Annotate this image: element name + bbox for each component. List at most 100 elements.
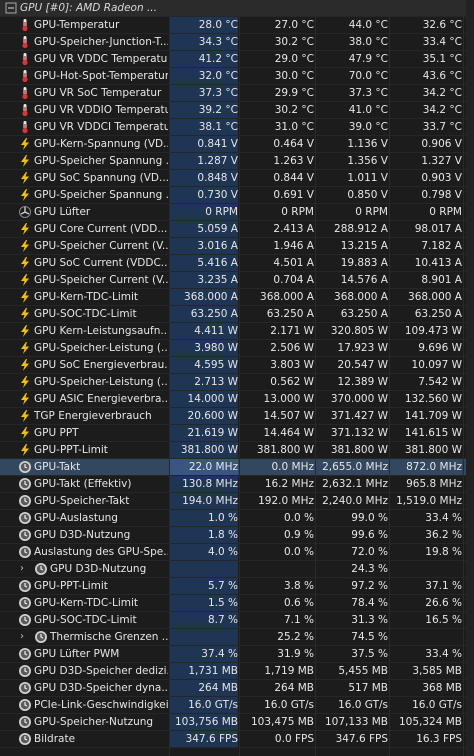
group-header[interactable]: GPU [#0]: AMD Radeon ...: [0, 0, 474, 17]
sensor-row[interactable]: GPU SoC Spannung (VD... 0.848 V 0.844 V 1.0…: [0, 170, 474, 187]
sensor-row[interactable]: GPU SoC Energieverbrau... 4.595 W 3.803 W 2…: [0, 357, 474, 374]
vertical-scrollbar[interactable]: [466, 0, 474, 756]
sensor-row[interactable]: GPU-Speicher-Nutzung 103,756 MB 103,475 MB…: [0, 714, 474, 731]
sensor-row[interactable]: GPU Lüfter PWM 37.4 % 31.9 % 37.5 % 33.4 %: [0, 646, 474, 663]
sensor-row[interactable]: GPU Lüfter 0 RPM 0 RPM 0 RPM 0 RPM: [0, 204, 474, 221]
max-value: 517 MB: [348, 682, 388, 694]
avg-value: 872.0 MHz: [406, 461, 462, 473]
expand-arrow-icon[interactable]: ›: [20, 629, 30, 645]
sensor-row[interactable]: › GPU D3D-Nutzung 24.3 %: [0, 561, 474, 578]
max-value: 0 RPM: [355, 206, 388, 218]
sensor-row[interactable]: GPU-PPT-Limit 381.800 W 381.800 W 381.800 W…: [0, 442, 474, 459]
sensor-row[interactable]: GPU-Speicher-Leistung (... 3.980 W 2.506 W…: [0, 340, 474, 357]
current-value: [170, 629, 238, 645]
current-value: 37.4 %: [170, 646, 238, 662]
avg-value: 0 RPM: [429, 206, 462, 218]
gauge-icon: [18, 545, 32, 559]
avg-value: 105,324 MB: [398, 716, 462, 728]
sensor-row[interactable]: GPU-Takt 22.0 MHz 0.0 MHz 2,655.0 MHz 872.0 …: [0, 459, 474, 476]
current-value: 1.5 %: [170, 595, 238, 611]
sensor-label: Auslastung des GPU-Spe...: [34, 546, 168, 558]
max-value: 37.3 °C: [348, 87, 388, 99]
min-value: 14.464 W: [263, 427, 314, 439]
current-value: 4.0 %: [170, 544, 238, 560]
avg-value: 0.906 V: [421, 138, 462, 150]
min-value: 2.413 A: [273, 223, 314, 235]
min-value: 30.0 °C: [274, 70, 314, 82]
sensor-row[interactable]: GPU Core Current (VDD... 5.059 A 2.413 A 28…: [0, 221, 474, 238]
max-value: 20.547 W: [337, 359, 388, 371]
sensor-row[interactable]: GPU-Takt (Effektiv) 130.8 MHz 16.2 MHz 2,63…: [0, 476, 474, 493]
sensor-row[interactable]: GPU D3D-Speicher dedizi... 1,731 MB 1,719 …: [0, 663, 474, 680]
sensor-row[interactable]: GPU SoC Current (VDDC... 5.416 A 4.501 A 19…: [0, 255, 474, 272]
sensor-row[interactable]: GPU-SOC-TDC-Limit 8.7 % 7.1 % 31.3 % 16.5 %: [0, 612, 474, 629]
gauge-icon: [18, 477, 32, 491]
sensor-row[interactable]: GPU VR VDDC Temperatur 41.2 °C 29.0 °C 47.9…: [0, 51, 474, 68]
sensor-row[interactable]: GPU-Speicher Current (V... 3.235 A 0.704 A…: [0, 272, 474, 289]
sensor-label: GPU Core Current (VDD...: [34, 223, 168, 235]
column-divider: [315, 0, 316, 756]
sensor-label: GPU-Speicher Spannung ...: [34, 189, 168, 201]
max-value: 2,240.0 MHz: [322, 495, 388, 507]
current-value: 22.0 MHz: [170, 459, 238, 475]
avg-value: [390, 561, 462, 577]
sensor-row[interactable]: › Thermische Grenzen ... 25.2 % 74.5 %: [0, 629, 474, 646]
column-divider: [169, 0, 170, 756]
current-value: 1.8 %: [170, 527, 238, 543]
collapse-minus-icon[interactable]: [4, 1, 18, 15]
sensor-row[interactable]: GPU-Auslastung 1.0 % 0.0 % 99.0 % 33.4 %: [0, 510, 474, 527]
sensor-row[interactable]: GPU-Kern-TDC-Limit 1.5 % 0.6 % 78.4 % 26.6 %: [0, 595, 474, 612]
sensor-label: GPU-SOC-TDC-Limit: [34, 308, 137, 320]
min-value: 13.000 W: [263, 393, 314, 405]
sensor-row[interactable]: GPU-Hot-Spot-Temperatur 32.0 °C 30.0 °C 70.…: [0, 68, 474, 85]
gauge-icon: [18, 715, 32, 729]
min-value: 0.0 %: [283, 546, 314, 558]
sensor-row[interactable]: GPU-PPT-Limit 5.7 % 3.8 % 97.2 % 37.1 %: [0, 578, 474, 595]
sensor-row[interactable]: Bildrate 347.6 FPS 0.0 FPS 347.6 FPS 16.3 FP…: [0, 731, 474, 748]
sensor-row[interactable]: GPU ASIC Energieverbra... 14.000 W 13.000 …: [0, 391, 474, 408]
sensor-row[interactable]: GPU-Kern-Spannung (VD... 0.841 V 0.464 V 1.…: [0, 136, 474, 153]
sensor-label: GPU D3D-Nutzung: [50, 563, 147, 575]
max-value: 99.6 %: [351, 529, 388, 541]
sensor-row[interactable]: TGP Energieverbrauch 20.600 W 14.507 W 371.…: [0, 408, 474, 425]
sensor-label: GPU-Speicher-Leistung (...: [34, 342, 168, 354]
max-value: 14.576 A: [340, 274, 388, 286]
sensor-row[interactable]: GPU-Speicher-Junction-T... 34.3 °C 30.2 °C…: [0, 34, 474, 51]
lightning-bolt-icon: [18, 137, 32, 151]
current-value: 41.2 °C: [170, 51, 238, 67]
sensor-row[interactable]: GPU-Speicher Spannung ... 1.287 V 1.263 V 1…: [0, 153, 474, 170]
thermometer-icon: [18, 52, 32, 66]
sensor-row[interactable]: Auslastung des GPU-Spe... 4.0 % 0.0 % 72.0 …: [0, 544, 474, 561]
min-value: 3.8 %: [283, 580, 314, 592]
expand-arrow-icon[interactable]: ›: [20, 561, 30, 577]
min-value: 14.507 W: [263, 410, 314, 422]
sensor-row[interactable]: GPU PPT 21.619 W 14.464 W 371.132 W 141.615 …: [0, 425, 474, 442]
sensor-row[interactable]: GPU-Temperatur 28.0 °C 27.0 °C 44.0 °C 32.6 …: [0, 17, 474, 34]
sensor-row[interactable]: GPU-SOC-TDC-Limit 63.250 A 63.250 A 63.250 …: [0, 306, 474, 323]
lightning-bolt-icon: [18, 171, 32, 185]
sensor-label: GPU-Kern-TDC-Limit: [34, 597, 139, 609]
fan-icon: [18, 205, 32, 219]
sensor-row[interactable]: GPU-Speicher Spannung ... 0.730 V 0.691 V 0…: [0, 187, 474, 204]
current-value: 381.800 W: [170, 442, 238, 458]
min-value: 0.0 FPS: [274, 733, 314, 745]
max-value: 2,655.0 MHz: [322, 461, 388, 473]
sensor-row[interactable]: GPU D3D-Nutzung 1.8 % 0.9 % 99.6 % 36.2 %: [0, 527, 474, 544]
sensor-row[interactable]: GPU-Speicher-Takt 194.0 MHz 192.0 MHz 2,240…: [0, 493, 474, 510]
min-value: 0.562 W: [270, 376, 314, 388]
max-value: 78.4 %: [351, 597, 388, 609]
sensor-row[interactable]: GPU D3D-Speicher dyna... 264 MB 264 MB 517 …: [0, 680, 474, 697]
lightning-bolt-icon: [18, 273, 32, 287]
avg-value: 63.250 A: [414, 308, 462, 320]
sensor-row[interactable]: GPU-Kern-TDC-Limit 368.000 A 368.000 A 368.…: [0, 289, 474, 306]
sensor-row[interactable]: GPU Kern-Leistungsaufn... 4.411 W 2.171 W 3…: [0, 323, 474, 340]
max-value: 0.850 V: [347, 189, 388, 201]
sensor-label: GPU D3D-Speicher dedizi...: [34, 665, 168, 677]
gauge-icon: [18, 528, 32, 542]
sensor-row[interactable]: GPU VR VDDIO Temperatur 39.2 °C 30.2 °C 41.…: [0, 102, 474, 119]
sensor-row[interactable]: PCIe-Link-Geschwindigkeit 16.0 GT/s 16.0 G…: [0, 697, 474, 714]
sensor-row[interactable]: GPU-Speicher Current (V... 3.016 A 1.946 A…: [0, 238, 474, 255]
sensor-row[interactable]: GPU-Speicher-Leistung (... 2.713 W 0.562 W…: [0, 374, 474, 391]
sensor-row[interactable]: GPU VR VDDCI Temperatur 38.1 °C 31.0 °C 39.…: [0, 119, 474, 136]
sensor-row[interactable]: GPU VR SoC Temperatur 37.3 °C 29.9 °C 37.3 …: [0, 85, 474, 102]
